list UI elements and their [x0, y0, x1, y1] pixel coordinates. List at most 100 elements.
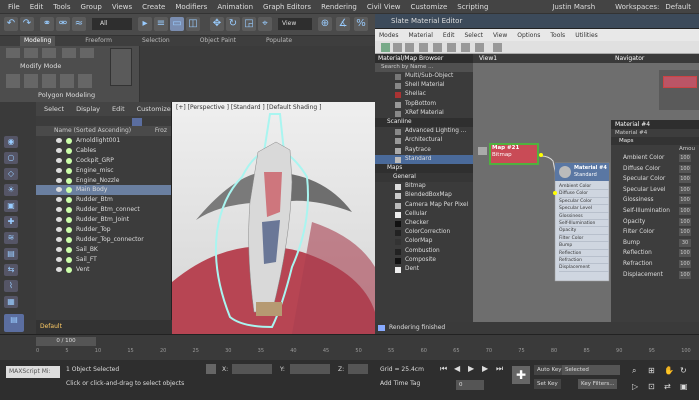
explorer-row[interactable]: Vent — [36, 265, 171, 275]
selection-filter-dropdown[interactable]: All — [92, 18, 132, 30]
browser-item[interactable]: Shellac — [375, 90, 473, 99]
menu-customize[interactable]: Customize — [411, 3, 448, 11]
material-slot[interactable]: Specular Color — [559, 198, 609, 206]
menu-rendering[interactable]: Rendering — [321, 3, 357, 11]
display-lights-icon[interactable]: ☀ — [4, 184, 18, 196]
browser-item[interactable]: Raytrace — [375, 146, 473, 155]
assign-material-icon[interactable] — [393, 43, 402, 52]
rectangular-selection-icon[interactable]: ▭ — [170, 17, 184, 31]
browser-item[interactable]: Advanced Lighting ... — [375, 127, 473, 136]
map-amount-field[interactable]: 100 — [679, 164, 691, 173]
time-slider[interactable]: 0 / 100 — [36, 337, 96, 346]
map-param-row[interactable]: Refraction 100 — [611, 259, 699, 270]
viewport-label[interactable]: [+] [Perspective ] [Standard ] [Default … — [176, 104, 321, 111]
maps-header[interactable]: Maps — [375, 163, 473, 174]
tab-populate[interactable]: Populate — [266, 36, 292, 46]
layout-icon[interactable] — [447, 43, 456, 52]
map-amount-field[interactable]: 30 — [679, 238, 691, 247]
ribbon-tool-icon[interactable] — [62, 48, 76, 58]
visibility-icon[interactable] — [56, 138, 62, 143]
tab-selection[interactable]: Selection — [142, 36, 170, 46]
maximize-viewport-icon[interactable]: ▣ — [680, 382, 690, 392]
browser-item[interactable]: Combustion — [375, 247, 473, 256]
modify-mode-label[interactable]: Modify Mode — [20, 62, 61, 70]
map-param-row[interactable]: Ambient Color 100 — [611, 153, 699, 164]
visibility-icon[interactable] — [56, 207, 62, 213]
show-map-icon[interactable] — [433, 43, 442, 52]
visibility-icon[interactable] — [56, 157, 62, 163]
map-param-row[interactable]: Opacity 100 — [611, 217, 699, 228]
browser-item[interactable]: Dent — [375, 265, 473, 274]
material-slot[interactable]: Diffuse Color — [559, 190, 609, 198]
menu-animation[interactable]: Animation — [217, 3, 253, 11]
unlink-icon[interactable]: ⚮ — [56, 17, 70, 31]
tab-freeform[interactable]: Freeform — [85, 36, 112, 46]
explorer-row[interactable]: Sail_BK — [36, 245, 171, 255]
ribbon-tool-icon[interactable] — [78, 74, 92, 88]
visibility-icon[interactable] — [56, 266, 62, 272]
material-slot[interactable]: Filter Color — [559, 235, 609, 243]
browser-item[interactable]: Camera Map Per Pixel — [375, 201, 473, 210]
walkthrough-icon[interactable]: ⇄ — [664, 382, 674, 392]
map-param-row[interactable]: Displacement 100 — [611, 270, 699, 281]
map-param-row[interactable]: Self-Illumination 100 — [611, 206, 699, 217]
current-frame-field[interactable]: 0 — [456, 380, 484, 390]
orbit-icon[interactable]: ↻ — [680, 366, 690, 376]
polygon-modeling-label[interactable]: Polygon Modeling — [38, 91, 95, 99]
browser-item[interactable]: Composite — [375, 256, 473, 265]
material-id-icon[interactable] — [475, 43, 484, 52]
material-slot[interactable]: Specular Level — [559, 205, 609, 213]
view1-tab[interactable]: View1 — [473, 54, 611, 63]
pivot-icon[interactable]: ⊕ — [318, 17, 332, 31]
map-param-row[interactable]: Glossiness 100 — [611, 195, 699, 206]
display-helpers-icon[interactable]: ✚ — [4, 216, 18, 228]
ribbon-tool-icon[interactable] — [24, 74, 38, 88]
menu-group[interactable]: Group — [81, 3, 102, 11]
material-slot[interactable]: Glossiness — [559, 213, 609, 220]
ribbon-tool-icon[interactable] — [60, 74, 74, 88]
sme-menu-edit[interactable]: Edit — [443, 32, 455, 39]
browser-item[interactable]: TopBottom — [375, 100, 473, 109]
browser-item[interactable]: ColorMap — [375, 237, 473, 246]
name-column-label[interactable]: Name (Sorted Ascending) — [54, 127, 131, 134]
explorer-row[interactable]: Cockpit_GRP — [36, 156, 171, 166]
ribbon-tool-icon[interactable] — [80, 48, 94, 58]
sme-menu-utilities[interactable]: Utilities — [575, 32, 598, 39]
explorer-menu-display[interactable]: Display — [76, 105, 100, 113]
nav-icon[interactable] — [493, 43, 502, 52]
explorer-row[interactable]: Sail_FT — [36, 255, 171, 265]
menu-tools[interactable]: Tools — [53, 3, 70, 11]
display-geometry-icon[interactable]: ○ — [4, 152, 18, 164]
map-param-row[interactable]: Reflection 100 — [611, 248, 699, 259]
explorer-menu-edit[interactable]: Edit — [112, 105, 125, 113]
display-all-icon[interactable]: ▦ — [4, 296, 18, 308]
browser-item[interactable]: Standard — [375, 154, 473, 164]
display-xrefs-icon[interactable]: ⇆ — [4, 264, 18, 276]
sme-menu-material[interactable]: Material — [408, 32, 432, 39]
params-subtitle[interactable]: Material #4 — [611, 129, 699, 137]
map-param-row[interactable]: Specular Level 100 — [611, 185, 699, 196]
filter-icon[interactable] — [132, 118, 142, 126]
explorer-menu-customize[interactable]: Customize — [137, 105, 171, 113]
display-shapes-icon[interactable]: ◇ — [4, 168, 18, 180]
material-slot[interactable]: Bump — [559, 242, 609, 250]
display-groups-icon[interactable]: ▤ — [4, 248, 18, 260]
bind-space-warp-icon[interactable]: ≈ — [72, 17, 86, 31]
visibility-icon[interactable] — [56, 197, 62, 203]
zoom-icon[interactable]: ⌕ — [632, 366, 642, 376]
key-filters-button[interactable]: Key Filters... — [578, 379, 618, 389]
ribbon-tool-icon[interactable] — [42, 74, 56, 88]
undo-icon[interactable]: ↶ — [4, 17, 18, 31]
sme-menu-tools[interactable]: Tools — [550, 32, 565, 39]
layer-explorer-icon[interactable]: ▤ — [4, 314, 24, 332]
material-slot[interactable]: Ambient Color — [559, 183, 609, 191]
menu-views[interactable]: Views — [112, 3, 132, 11]
x-coordinate-field[interactable] — [232, 364, 272, 374]
maps-rollout[interactable]: Maps — [611, 137, 699, 145]
go-to-end-icon[interactable]: ⏭ — [496, 364, 506, 374]
visibility-icon[interactable] — [56, 147, 62, 153]
go-to-start-icon[interactable]: ⏮ — [440, 364, 450, 374]
explorer-row[interactable]: Rudder_Top_connector — [36, 235, 171, 245]
general-header[interactable]: General — [375, 173, 473, 183]
zoom-all-icon[interactable]: ⊞ — [648, 366, 658, 376]
